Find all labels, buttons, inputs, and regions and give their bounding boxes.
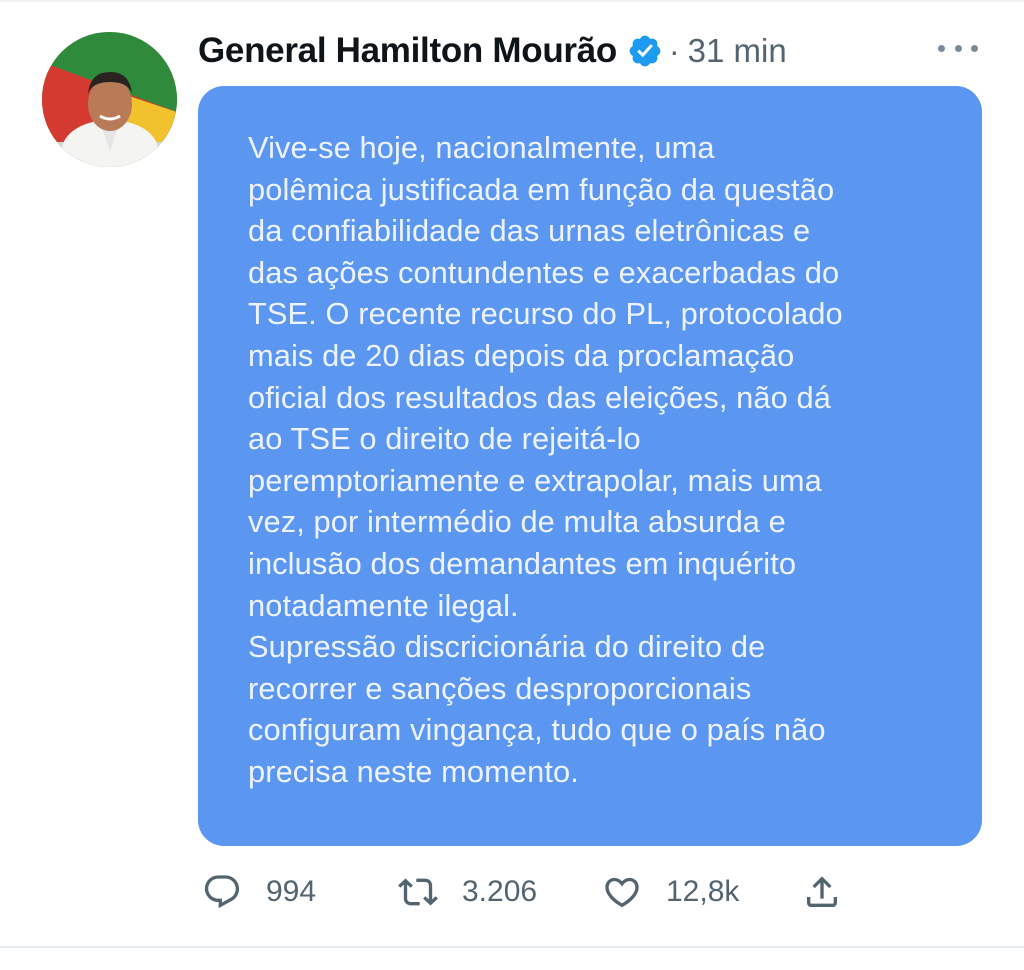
like-count: 12,8k — [666, 875, 740, 908]
share-button[interactable] — [802, 868, 842, 916]
image-text-line: da confiabilidade das urnas eletrônicas … — [248, 213, 811, 249]
image-text-line: recorrer e sanções desproporcionais — [248, 670, 752, 706]
image-text-line: peremptoriamente e extrapolar, mais uma — [248, 462, 822, 498]
image-text-line: das ações contundentes e exacerbadas do — [248, 254, 840, 290]
verified-badge-icon — [627, 33, 663, 69]
top-divider — [0, 0, 1024, 2]
image-text-line: mais de 20 dias depois da proclamação — [248, 337, 795, 373]
avatar-photo — [42, 32, 177, 167]
tweet-header: General Hamilton Mourão · 31 min — [198, 28, 898, 74]
image-text-line: polêmica justificada em função da questã… — [248, 171, 835, 207]
image-text-line: ao TSE o direito de rejeitá-lo — [248, 421, 641, 457]
avatar[interactable] — [42, 32, 177, 167]
share-icon — [807, 876, 837, 907]
tweet-actions: 994 3.206 12,8k — [198, 868, 898, 916]
tweet-image[interactable]: Vive-se hoje, nacionalmente, uma polêmic… — [198, 86, 982, 846]
more-icon[interactable] — [938, 36, 978, 60]
like-button[interactable]: 12,8k — [602, 868, 739, 916]
image-text-line: inclusão dos demandantes em inquérito — [248, 545, 797, 581]
image-text-line: Supressão discricionária do direito de — [248, 629, 766, 665]
image-text-line: Vive-se hoje, nacionalmente, uma — [248, 130, 715, 165]
image-text-line: configuram vingança, tudo que o país não — [248, 712, 826, 748]
image-text-line: oficial dos resultados das eleições, não… — [248, 379, 831, 415]
reply-count: 994 — [266, 875, 317, 908]
image-text-line: TSE. O recente recurso do PL, protocolad… — [248, 296, 843, 332]
tweet-time[interactable]: 31 min — [688, 32, 787, 70]
image-text-line: vez, por intermédio de multa absurda e — [248, 504, 786, 540]
retweet-button[interactable]: 3.206 — [398, 868, 537, 916]
reply-button[interactable]: 994 — [202, 868, 316, 916]
image-text-line: precisa neste momento. — [248, 753, 579, 789]
image-text-line: notadamente ilegal. — [248, 587, 519, 623]
author-name[interactable]: General Hamilton Mourão — [198, 31, 617, 71]
like-icon — [605, 877, 639, 908]
bottom-divider — [0, 946, 1024, 948]
retweet-count: 3.206 — [462, 875, 538, 908]
retweet-icon — [398, 878, 438, 906]
reply-icon — [204, 875, 240, 909]
time-separator: · — [669, 32, 680, 69]
